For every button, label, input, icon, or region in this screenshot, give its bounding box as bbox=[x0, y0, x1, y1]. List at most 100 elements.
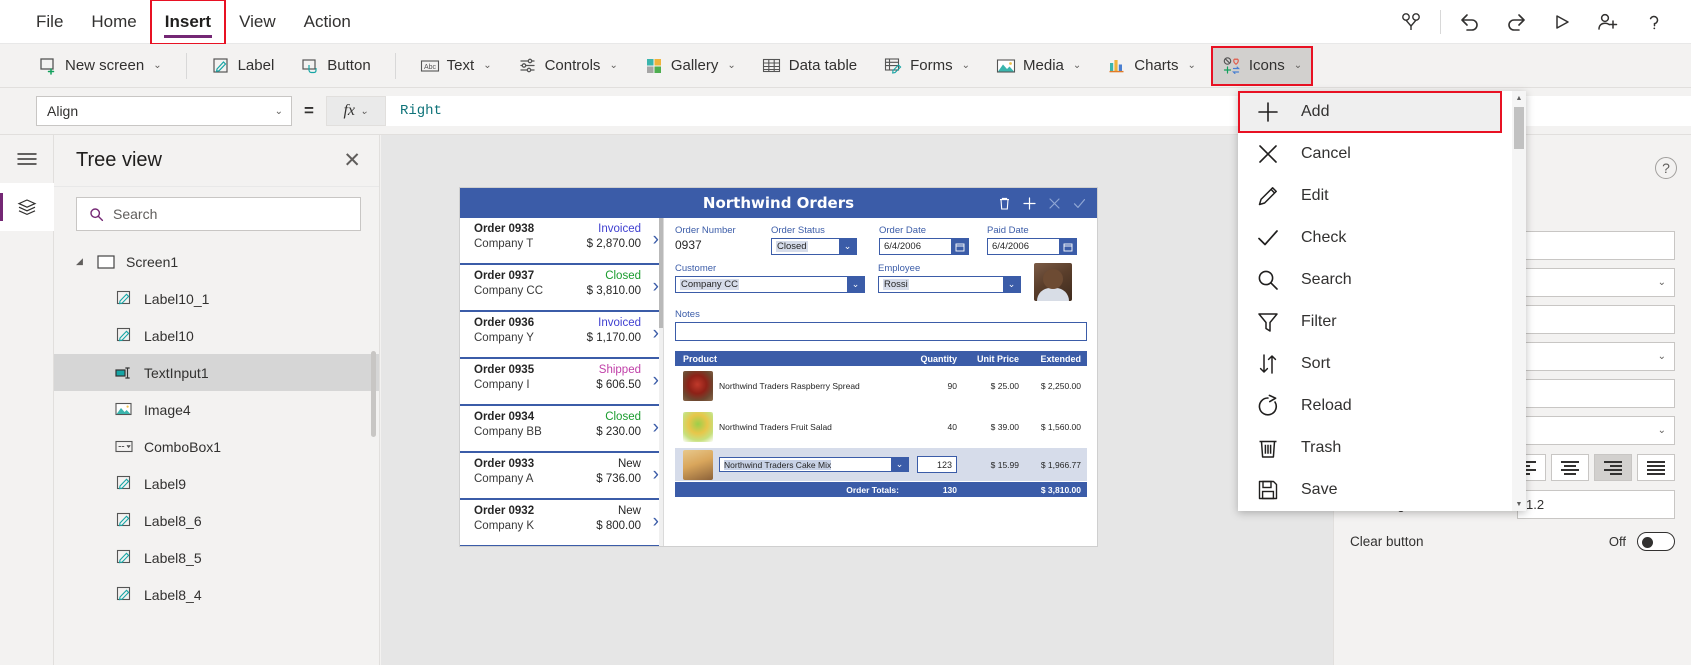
share-user-icon[interactable] bbox=[1585, 0, 1631, 44]
calendar-icon[interactable] bbox=[1059, 239, 1076, 254]
property-value-select[interactable]: ⌄ bbox=[1517, 342, 1675, 371]
gallery-row[interactable]: Order 0938 Invoiced Company T $ 2,870.00 › bbox=[460, 218, 663, 265]
ribbon-controls[interactable]: Controls ⌄ bbox=[508, 47, 628, 85]
line-height-input[interactable]: 1.2 bbox=[1517, 490, 1675, 519]
scroll-down-arrow-icon[interactable]: ▼ bbox=[1512, 497, 1526, 511]
undo-icon[interactable] bbox=[1447, 0, 1493, 44]
product-row[interactable]: Northwind Traders Fruit Salad 40 $ 39.00… bbox=[675, 407, 1087, 448]
tree-search-input[interactable]: Search bbox=[76, 197, 361, 231]
chevron-down-icon[interactable]: ⌄ bbox=[847, 277, 864, 292]
help-icon[interactable] bbox=[1631, 0, 1677, 44]
play-icon[interactable] bbox=[1539, 0, 1585, 44]
menu-tab-file[interactable]: File bbox=[22, 0, 77, 44]
gallery-row[interactable]: Order 0933 New Company A $ 736.00 › bbox=[460, 453, 663, 500]
icons-menu-item-edit[interactable]: Edit bbox=[1238, 175, 1526, 217]
order-status-dropdown[interactable]: Closed ⌄ bbox=[771, 238, 857, 255]
redo-icon[interactable] bbox=[1493, 0, 1539, 44]
employee-photo-wrapper bbox=[1034, 263, 1074, 301]
employee-dropdown[interactable]: Rossi ⌄ bbox=[878, 276, 1021, 293]
menu-tab-home[interactable]: Home bbox=[77, 0, 150, 44]
variables-icon[interactable] bbox=[1388, 0, 1434, 44]
icons-menu-item-save[interactable]: Save bbox=[1238, 469, 1526, 511]
ribbon-button[interactable]: Button bbox=[290, 47, 380, 85]
align-justify-icon[interactable] bbox=[1637, 454, 1675, 481]
cancel-icon[interactable] bbox=[1047, 196, 1062, 211]
gallery-scrollbar[interactable] bbox=[659, 218, 663, 546]
customer-dropdown[interactable]: Company CC ⌄ bbox=[675, 276, 865, 293]
order-date-input[interactable]: 6/4/2006 bbox=[879, 238, 969, 255]
clear-button-toggle[interactable] bbox=[1637, 532, 1675, 551]
notes-input[interactable] bbox=[675, 322, 1087, 341]
chevron-down-icon[interactable]: ⌄ bbox=[1003, 277, 1020, 292]
property-value-select[interactable]: ⌄ bbox=[1517, 416, 1675, 445]
icons-menu-item-check[interactable]: Check bbox=[1238, 217, 1526, 259]
close-icon[interactable]: ✕ bbox=[343, 150, 361, 171]
gallery-row[interactable]: Order 0935 Shipped Company I $ 606.50 › bbox=[460, 359, 663, 406]
icons-menu-scrollbar[interactable]: ▲ ▼ bbox=[1512, 91, 1526, 511]
icons-menu-item-sort[interactable]: Sort bbox=[1238, 343, 1526, 385]
menu-tab-view[interactable]: View bbox=[225, 0, 290, 44]
gallery-row[interactable]: Order 0936 Invoiced Company Y $ 1,170.00 › bbox=[460, 312, 663, 359]
rail-tree-view-icon[interactable] bbox=[0, 183, 54, 231]
ribbon-new-screen[interactable]: New screen ⌄ bbox=[28, 47, 172, 85]
calendar-icon[interactable] bbox=[951, 239, 968, 254]
product-row[interactable]: Northwind Traders Raspberry Spread 90 $ … bbox=[675, 366, 1087, 407]
align-center-icon[interactable] bbox=[1551, 454, 1589, 481]
property-value-select[interactable]: ⌄ bbox=[1517, 268, 1675, 297]
tree-node-label10_1[interactable]: Label10_1 bbox=[54, 280, 379, 317]
property-select[interactable]: Align ⌄ bbox=[36, 96, 292, 126]
paid-date-input[interactable]: 6/4/2006 bbox=[987, 238, 1077, 255]
gallery-row[interactable]: Order 0932 New Company K $ 800.00 › bbox=[460, 500, 663, 546]
scroll-up-arrow-icon[interactable]: ▲ bbox=[1512, 91, 1526, 105]
icons-menu-item-search[interactable]: Search bbox=[1238, 259, 1526, 301]
product-row-editing[interactable]: Northwind Traders Cake Mix ⌄ 123 $ 15.99… bbox=[675, 448, 1087, 482]
ribbon-text[interactable]: Abc Text ⌄ bbox=[410, 47, 502, 85]
orders-gallery[interactable]: Order 0938 Invoiced Company T $ 2,870.00 ›… bbox=[460, 218, 664, 546]
tree-node-label8_5[interactable]: Label8_5 bbox=[54, 539, 379, 576]
icons-menu-item-filter[interactable]: Filter bbox=[1238, 301, 1526, 343]
icons-menu-item-reload[interactable]: Reload bbox=[1238, 385, 1526, 427]
tree-scrollbar[interactable] bbox=[371, 351, 376, 437]
ribbon-gallery[interactable]: Gallery ⌄ bbox=[634, 47, 746, 85]
ribbon-label[interactable]: Label bbox=[201, 47, 285, 85]
product-quantity-input[interactable]: 123 bbox=[917, 456, 957, 473]
menu-tab-action[interactable]: Action bbox=[290, 0, 365, 44]
product-name-dropdown[interactable]: Northwind Traders Cake Mix ⌄ bbox=[719, 457, 909, 472]
tree-node-label9[interactable]: Label9 bbox=[54, 465, 379, 502]
add-icon[interactable] bbox=[1022, 196, 1037, 211]
employee-label: Employee bbox=[878, 263, 921, 274]
tree-node-label10[interactable]: Label10 bbox=[54, 317, 379, 354]
help-icon[interactable]: ? bbox=[1655, 157, 1677, 179]
scrollbar-thumb[interactable] bbox=[1514, 107, 1524, 149]
tree-node-image4[interactable]: Image4 bbox=[54, 391, 379, 428]
tree-node-label8_4[interactable]: Label8_4 bbox=[54, 576, 379, 613]
order-id: Order 0935 bbox=[474, 364, 535, 376]
fx-button[interactable]: fx ⌄ bbox=[325, 96, 386, 126]
expand-triangle-icon[interactable]: ◢ bbox=[76, 256, 86, 267]
tree-node-textinput1[interactable]: TextInput1 bbox=[54, 354, 379, 391]
tree-node-combobox1[interactable]: ComboBox1 bbox=[54, 428, 379, 465]
icons-menu-item-add[interactable]: Add bbox=[1238, 91, 1502, 133]
trash-icon[interactable] bbox=[997, 196, 1012, 211]
gallery-row[interactable]: Order 0934 Closed Company BB $ 230.00 › bbox=[460, 406, 663, 453]
tree-node-label8_6[interactable]: Label8_6 bbox=[54, 502, 379, 539]
ribbon-media[interactable]: Media ⌄ bbox=[986, 47, 1091, 85]
chevron-down-icon[interactable]: ⌄ bbox=[839, 239, 856, 254]
chevron-down-icon[interactable]: ⌄ bbox=[891, 458, 908, 471]
ribbon-forms[interactable]: Forms ⌄ bbox=[873, 47, 980, 85]
menu-tab-insert[interactable]: Insert bbox=[149, 0, 227, 45]
menu-bar-actions bbox=[1388, 0, 1691, 44]
ribbon-data-table[interactable]: Data table bbox=[752, 47, 867, 85]
property-value-input[interactable] bbox=[1517, 305, 1675, 334]
property-value-input[interactable] bbox=[1517, 379, 1675, 408]
icons-menu-item-cancel[interactable]: Cancel bbox=[1238, 133, 1526, 175]
tree-node-screen1[interactable]: ◢ Screen1 bbox=[54, 243, 379, 280]
ribbon-icons[interactable]: Icons ⌄ bbox=[1210, 45, 1314, 86]
hamburger-menu-icon[interactable] bbox=[0, 135, 54, 183]
align-right-icon[interactable] bbox=[1594, 454, 1632, 481]
ribbon-charts[interactable]: Charts ⌄ bbox=[1097, 47, 1206, 85]
gallery-row[interactable]: Order 0937 Closed Company CC $ 3,810.00 › bbox=[460, 265, 663, 312]
property-value-input[interactable] bbox=[1517, 231, 1675, 260]
icons-menu-item-trash[interactable]: Trash bbox=[1238, 427, 1526, 469]
check-icon[interactable] bbox=[1072, 196, 1087, 211]
